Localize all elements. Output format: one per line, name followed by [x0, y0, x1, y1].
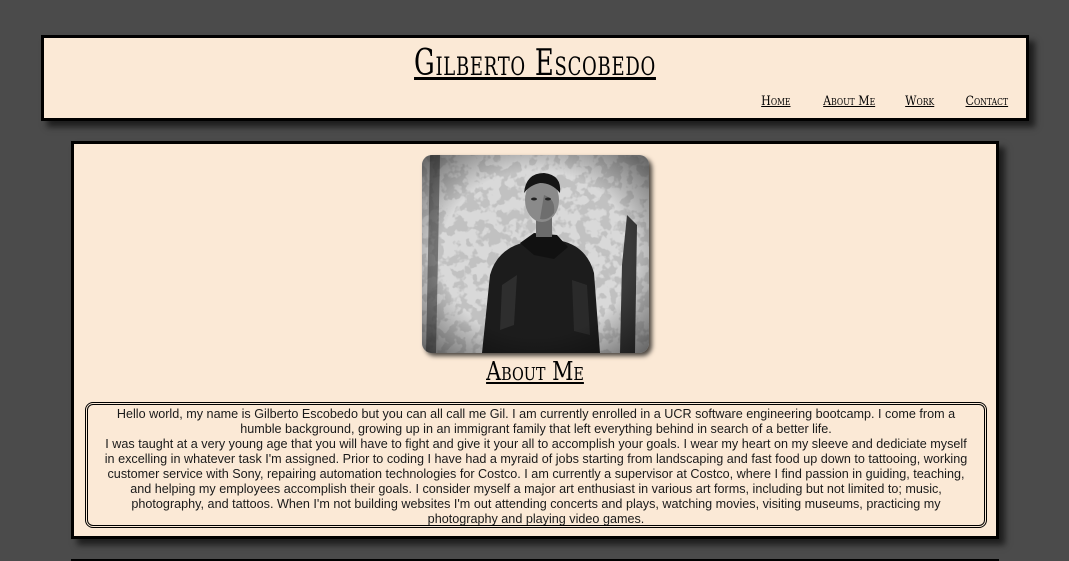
main-nav: Home About Me Work Contact: [732, 93, 1008, 111]
site-title: Gilberto Escobedo: [414, 43, 656, 84]
bio-paragraph-2: I was taught at a very young age that yo…: [104, 436, 968, 526]
nav-link-contact[interactable]: Contact: [965, 93, 1008, 111]
about-heading: About Me: [486, 357, 584, 387]
site-header: Gilberto Escobedo Home About Me Work Con…: [41, 35, 1029, 121]
bio-paragraph-1: Hello world, my name is Gilberto Escobed…: [116, 406, 956, 436]
nav-link-about-me[interactable]: About Me: [824, 93, 876, 111]
bio-box: Hello world, my name is Gilberto Escobed…: [85, 402, 987, 528]
profile-photo: [422, 155, 649, 353]
nav-link-work[interactable]: Work: [905, 93, 934, 111]
nav-link-home[interactable]: Home: [761, 93, 790, 111]
about-section: About Me Hello world, my name is Gilbert…: [71, 141, 999, 539]
